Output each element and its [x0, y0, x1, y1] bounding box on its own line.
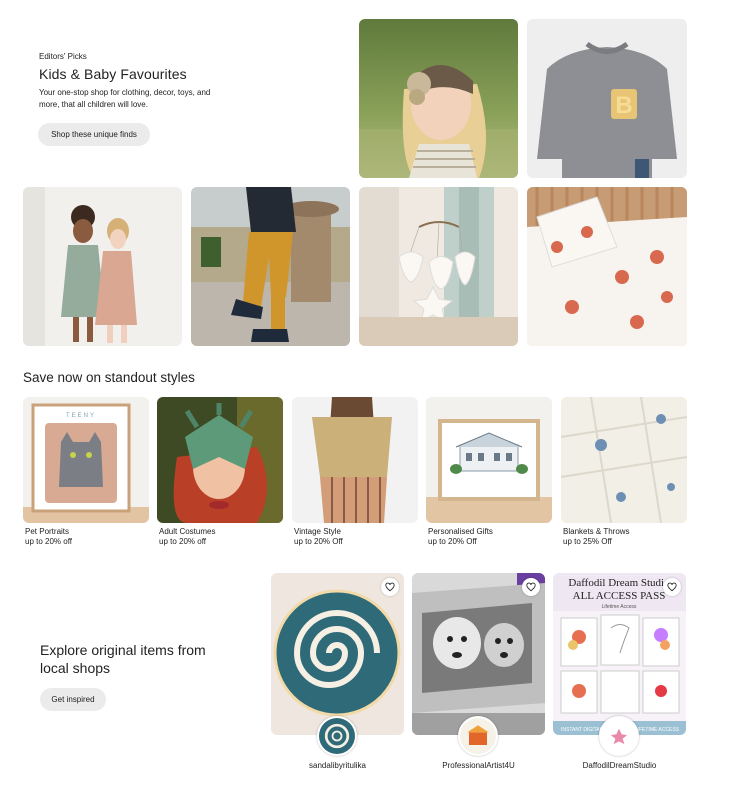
deal-image-personalised-gifts[interactable]: [426, 397, 552, 523]
product-image-girls-dresses[interactable]: [23, 187, 182, 346]
editors-picks-eyebrow: Editors' Picks: [39, 52, 87, 61]
deal-discount: up to 20% Off: [294, 537, 343, 546]
shop-card-professionalartist4u[interactable]: [412, 573, 545, 735]
deal-image-blankets-throws[interactable]: [561, 397, 687, 523]
deal-discount: up to 20% Off: [428, 537, 477, 546]
deal-discount: up to 20% off: [25, 537, 72, 546]
product-image-mustard-pants[interactable]: [191, 187, 350, 346]
deal-discount: up to 25% Off: [563, 537, 612, 546]
deal-card-blankets-throws[interactable]: Blankets & Throws up to 25% Off: [561, 397, 687, 547]
listing-text-sub: Lifetime Access: [602, 604, 637, 610]
deal-title: Blankets & Throws: [563, 527, 630, 536]
shop-avatar[interactable]: [317, 716, 357, 756]
deal-image-pet-portraits[interactable]: TEENY: [23, 397, 149, 523]
explore-title: Explore original items from local shops: [40, 642, 206, 676]
deal-image-adult-costumes[interactable]: [157, 397, 283, 523]
heart-icon: [385, 582, 395, 592]
product-image-seashell-mobile[interactable]: [359, 187, 518, 346]
shop-name[interactable]: ProfessionalArtist4U: [412, 761, 545, 770]
heart-icon: [526, 582, 536, 592]
deal-card-adult-costumes[interactable]: Adult Costumes up to 20% off: [157, 397, 283, 547]
hero-description: Your one-stop shop for clothing, decor, …: [39, 88, 211, 109]
product-image-toddler-sweater[interactable]: B: [527, 19, 687, 178]
deal-card-vintage-style[interactable]: Vintage Style up to 20% Off: [292, 397, 418, 547]
shop-card-sandalibyritulika[interactable]: [271, 573, 404, 735]
shop-listing-image[interactable]: [271, 573, 404, 735]
section-title-standout-styles: Save now on standout styles: [23, 370, 195, 385]
favorite-button[interactable]: [381, 578, 399, 596]
product-image-girl-headband[interactable]: [359, 19, 518, 178]
favorite-button[interactable]: [663, 578, 681, 596]
shop-listing-image[interactable]: [412, 573, 545, 735]
shop-avatar[interactable]: [599, 716, 639, 756]
deal-title: Personalised Gifts: [428, 527, 493, 536]
deal-title: Vintage Style: [294, 527, 341, 536]
deal-title: Pet Portraits: [25, 527, 70, 536]
shop-unique-finds-button[interactable]: Shop these unique finds: [38, 123, 150, 146]
shop-card-daffodildreamstudio[interactable]: Daffodil Dream Studio ALL ACCESS PASS Li…: [553, 573, 686, 735]
listing-text-pass: ALL ACCESS PASS: [573, 590, 666, 602]
deal-discount: up to 20% off: [159, 537, 206, 546]
deal-card-pet-portraits[interactable]: TEENY Pet Portraits up to 20% off: [23, 397, 149, 547]
shop-name[interactable]: DaffodilDreamStudio: [553, 761, 686, 770]
deal-image-vintage-style[interactable]: [292, 397, 418, 523]
get-inspired-button[interactable]: Get inspired: [40, 688, 106, 711]
deal-card-personalised-gifts[interactable]: Personalised Gifts up to 20% Off: [426, 397, 552, 547]
svg-text:TEENY: TEENY: [66, 413, 96, 419]
product-image-sun-bedding[interactable]: [527, 187, 687, 346]
heart-icon: [667, 582, 677, 592]
hero-title: Kids & Baby Favourites: [39, 66, 187, 82]
favorite-button[interactable]: [522, 578, 540, 596]
shop-avatar[interactable]: [458, 716, 498, 756]
listing-text-lifetime: LIFETIME ACCESS: [635, 727, 680, 733]
shop-listing-image[interactable]: Daffodil Dream Studio ALL ACCESS PASS Li…: [553, 573, 686, 735]
listing-text-title: Daffodil Dream Studio: [568, 577, 670, 589]
deal-title: Adult Costumes: [159, 527, 216, 536]
svg-text:B: B: [615, 92, 632, 119]
shop-name[interactable]: sandalibyritulika: [271, 761, 404, 770]
